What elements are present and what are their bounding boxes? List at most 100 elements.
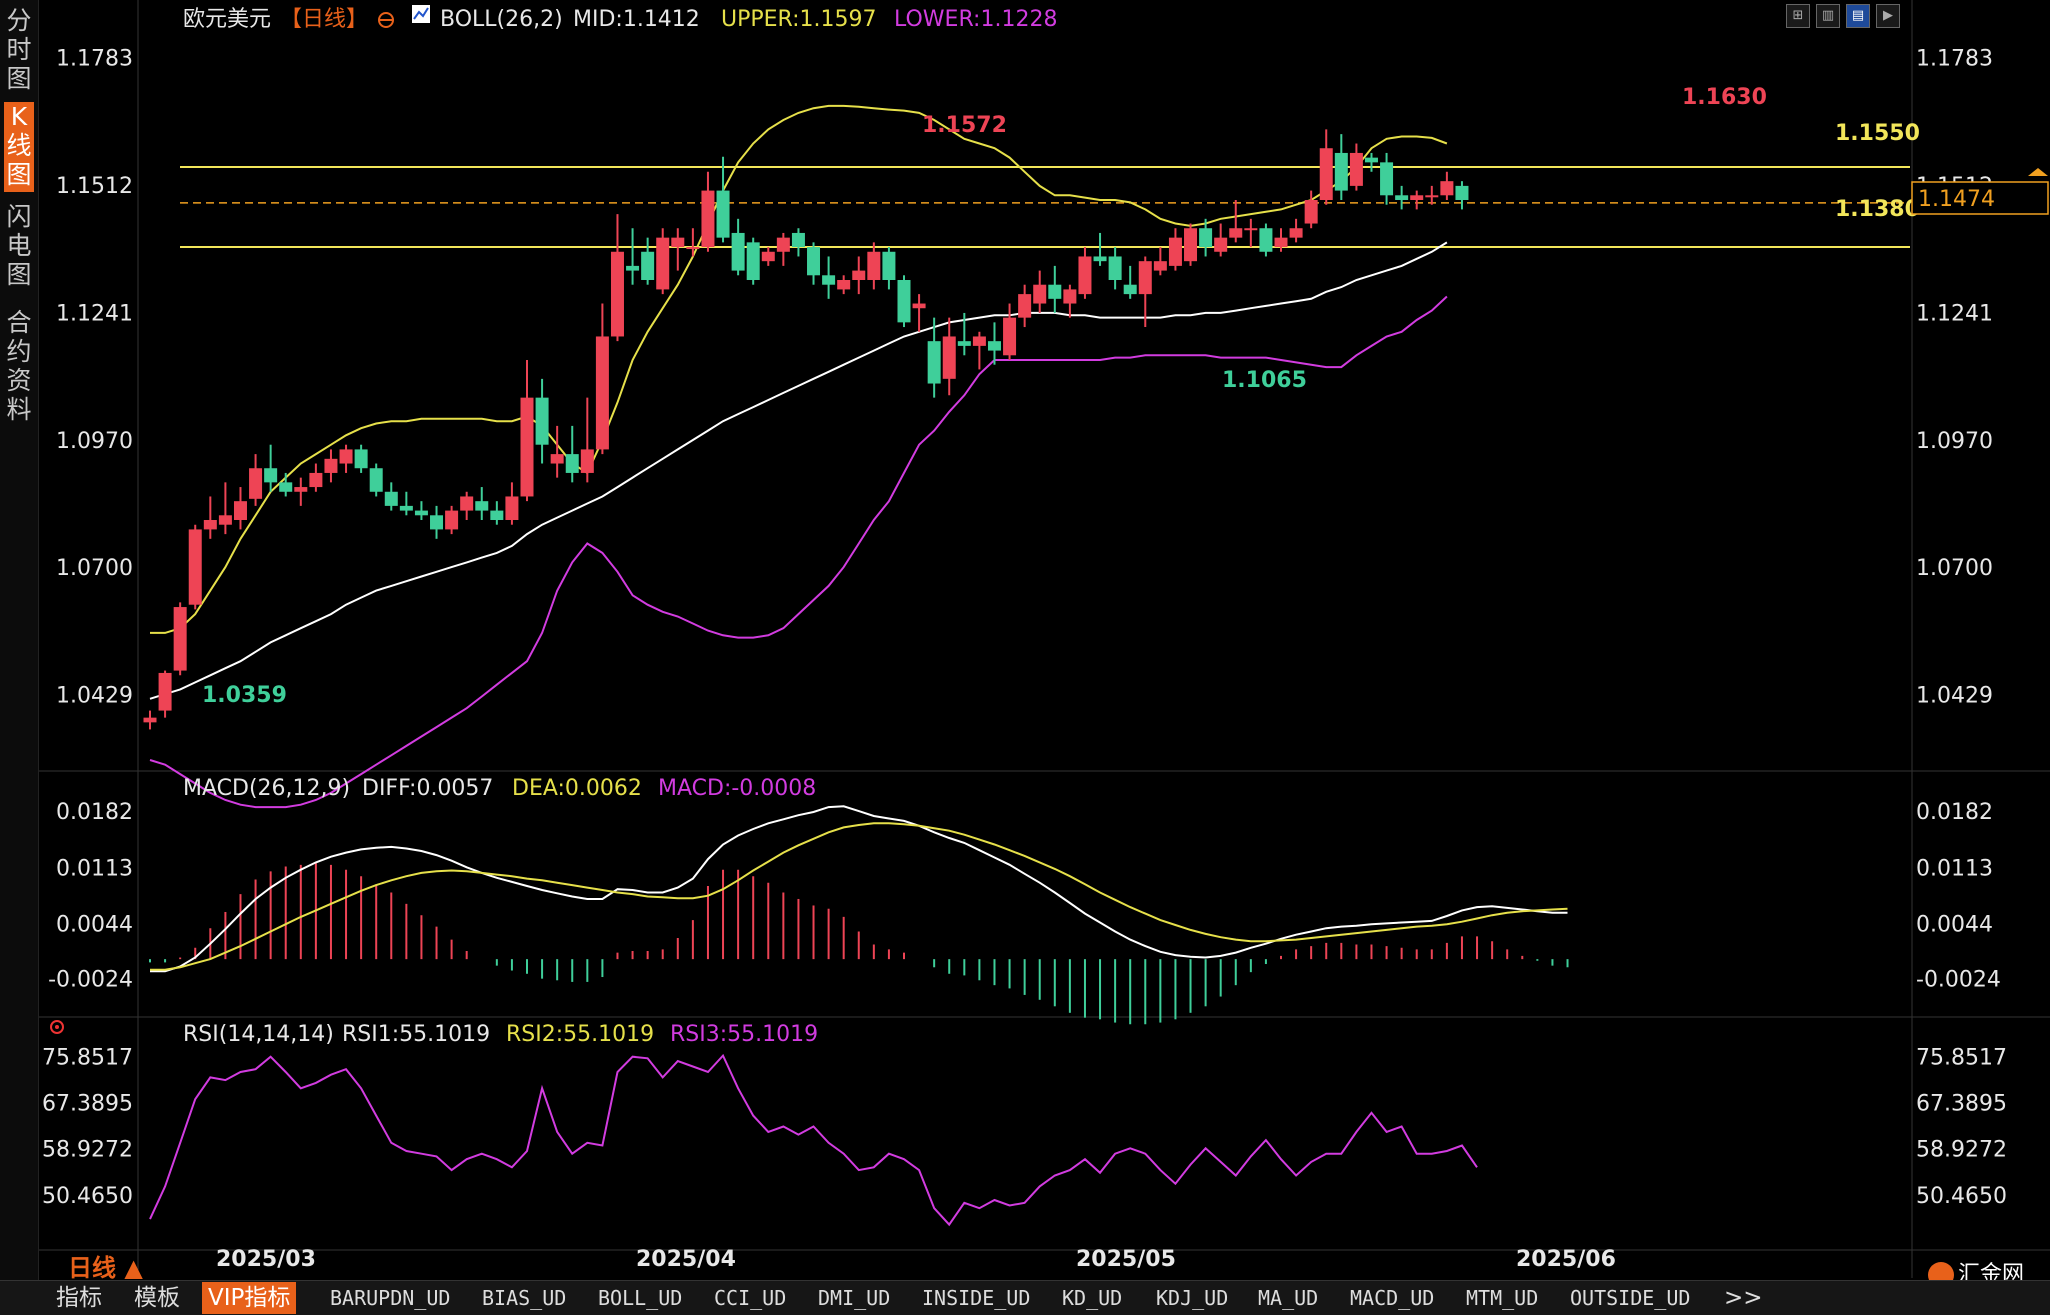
rsi-header: RSI(14,14,14) RSI1:55.1019 RSI2:55.1019 … <box>50 1020 818 1047</box>
price-annotations: 1.1572 1.1630 1.0359 1.1065 1.1550 1.138… <box>202 85 1920 708</box>
candle <box>761 247 775 266</box>
candle <box>1349 143 1363 191</box>
tab-mtm[interactable]: MTM_UD <box>1466 1282 1538 1314</box>
candle <box>445 505 459 535</box>
candle-body <box>490 510 504 520</box>
candle-body <box>1395 195 1409 200</box>
candle <box>641 237 655 285</box>
candle-body <box>867 251 881 280</box>
grid-icon[interactable]: ⊞ <box>1786 4 1810 28</box>
horizontal-levels <box>180 166 1910 249</box>
candle <box>249 454 263 506</box>
candle-body <box>1380 162 1394 196</box>
candle-body <box>1048 284 1062 299</box>
candle-body <box>761 251 775 262</box>
tab-kline[interactable]: K 线 图 <box>4 102 34 192</box>
candle <box>912 294 926 332</box>
tab-inside[interactable]: INSIDE_UD <box>922 1282 1030 1314</box>
candle <box>354 444 368 473</box>
candle-body <box>1093 256 1107 262</box>
tab-timeshare[interactable]: 分 时 图 <box>4 6 34 96</box>
tab-kdj[interactable]: KDJ_UD <box>1156 1282 1228 1314</box>
candle-body <box>520 397 534 497</box>
candle <box>1048 265 1062 313</box>
x-label: 2025/04 <box>636 1247 736 1272</box>
candle <box>264 444 278 492</box>
candle <box>580 397 594 483</box>
candle <box>535 378 549 464</box>
chart[interactable]: 欧元美元 【日线】 BOLL(26,2) MID:1.1412 UPPER:1.… <box>0 0 2050 1314</box>
candle <box>475 487 489 520</box>
candle-body <box>791 232 805 248</box>
last-price-value: 1.1474 <box>1918 187 1995 212</box>
tab-boll[interactable]: BOLL_UD <box>598 1282 682 1314</box>
candle-body <box>1274 237 1288 248</box>
tab-contract-info[interactable]: 合 约 资 料 <box>4 308 34 428</box>
candle-body <box>369 468 383 492</box>
candle-body <box>339 449 353 464</box>
candle <box>1108 247 1122 290</box>
rsi-name: RSI(14,14,14) <box>183 1022 334 1047</box>
candle-body <box>399 505 413 511</box>
candle <box>460 491 474 520</box>
candle <box>746 237 760 285</box>
candle-body <box>927 341 941 384</box>
candle <box>218 482 232 535</box>
tab-vip-indicators[interactable]: VIP指标 <box>202 1282 297 1314</box>
tab-bias[interactable]: BIAS_UD <box>482 1282 566 1314</box>
y-tick-label: 1.0429 <box>1916 684 1993 709</box>
tab-dmi[interactable]: DMI_UD <box>818 1282 890 1314</box>
more-tabs-icon[interactable]: >> <box>1724 1282 1763 1314</box>
candle <box>505 482 519 525</box>
candle <box>1319 129 1333 205</box>
candle-body <box>972 336 986 346</box>
tab-flash[interactable]: 闪 电 图 <box>4 202 34 292</box>
candle-body <box>354 449 368 469</box>
rsi-settings-icon[interactable] <box>50 1020 64 1034</box>
macd-axis-right: 0.0182 0.0113 0.0044 -0.0024 <box>1916 800 2001 993</box>
annotation-high-1: 1.1572 <box>922 113 1007 138</box>
tab-cci[interactable]: CCI_UD <box>714 1282 786 1314</box>
tab-templates[interactable]: 模板 <box>134 1282 180 1314</box>
price-axis-left: 1.1783 1.1512 1.1241 1.0970 1.0700 1.0429 <box>56 46 133 708</box>
candle-body <box>460 496 474 511</box>
candle <box>867 242 881 290</box>
tab-kd[interactable]: KD_UD <box>1062 1282 1122 1314</box>
candle <box>716 156 730 243</box>
candle-body <box>1138 261 1152 295</box>
candle <box>1184 223 1198 266</box>
settings-icon[interactable] <box>378 12 394 28</box>
candle-body <box>610 251 624 337</box>
line-chart-icon[interactable]: ▤ <box>1846 4 1870 28</box>
candle <box>309 463 323 492</box>
candle <box>927 317 941 398</box>
tab-barupdn[interactable]: BARUPDN_UD <box>330 1282 450 1314</box>
bar-icon[interactable]: ▥ <box>1816 4 1840 28</box>
y-tick-label: 67.3895 <box>42 1092 133 1117</box>
candle-body <box>716 190 730 238</box>
indicator-name: BOLL(26,2) <box>440 7 563 32</box>
candle <box>852 256 866 295</box>
indicator-icon[interactable] <box>412 5 430 23</box>
candle <box>776 232 790 266</box>
period-selector[interactable]: 日线 ▲ <box>68 1248 143 1283</box>
y-tick-label: -0.0024 <box>1916 968 2001 993</box>
y-tick-label: 1.0429 <box>56 684 133 709</box>
forward-icon[interactable]: ▶ <box>1876 4 1900 28</box>
y-tick-label: 1.0970 <box>56 429 133 454</box>
tab-ma[interactable]: MA_UD <box>1258 1282 1318 1314</box>
candle-body <box>1214 237 1228 252</box>
candle-body <box>641 251 655 280</box>
candle <box>1153 247 1167 276</box>
candle <box>1425 185 1439 205</box>
lower-value: LOWER:1.1228 <box>894 7 1057 32</box>
candle-body <box>430 515 444 530</box>
rsi-axis-right: 75.8517 67.3895 58.9272 50.4650 <box>1916 1045 2007 1208</box>
rsi-axis-left: 75.8517 67.3895 58.9272 50.4650 <box>42 1045 133 1208</box>
candle <box>1168 228 1182 271</box>
tab-indicators[interactable]: 指标 <box>56 1282 102 1314</box>
symbol-name: 欧元美元 <box>183 7 271 32</box>
candle <box>1259 223 1273 257</box>
tab-macd[interactable]: MACD_UD <box>1350 1282 1434 1314</box>
tab-outside[interactable]: OUTSIDE_UD <box>1570 1282 1690 1314</box>
